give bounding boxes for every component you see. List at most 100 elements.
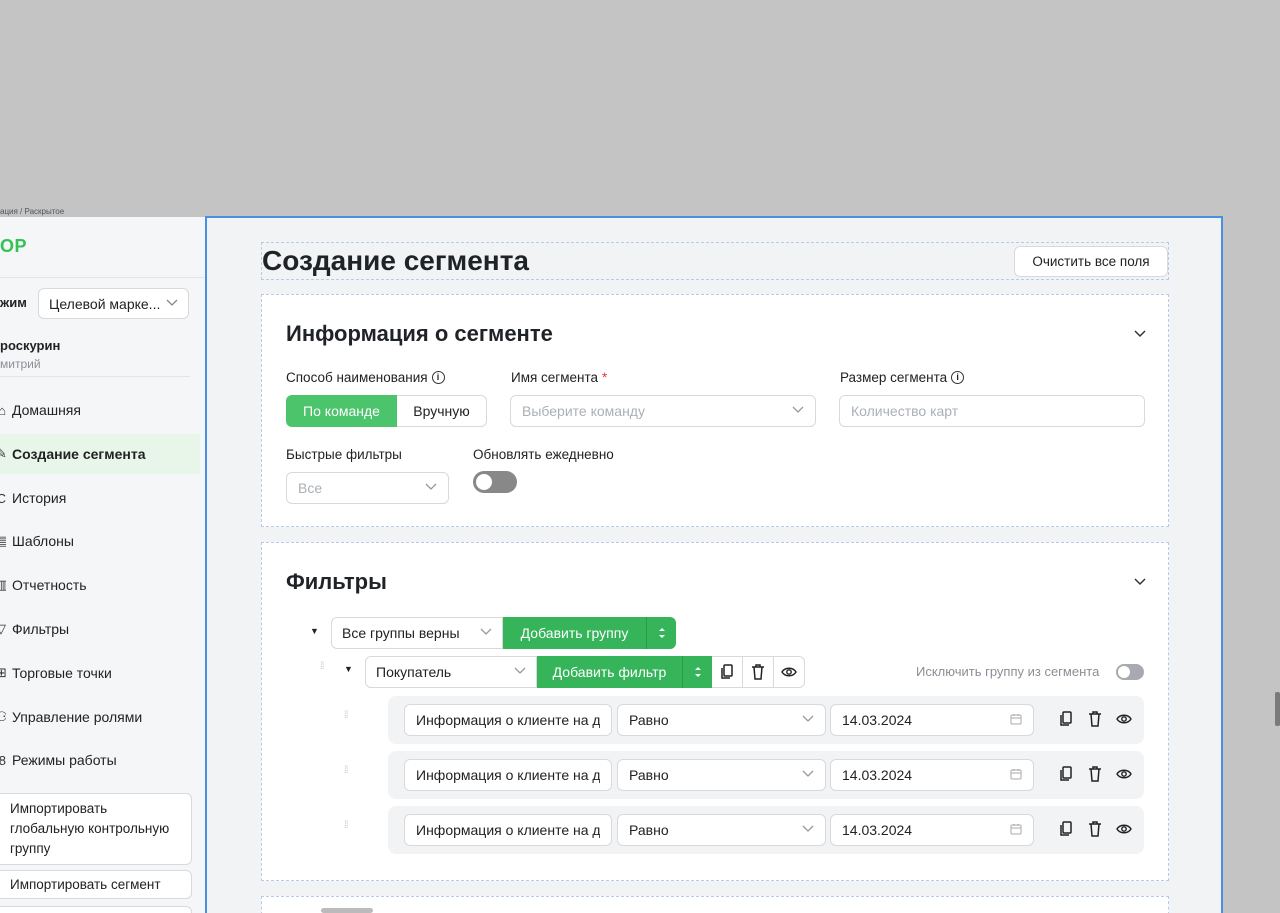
sidebar-item-label: Домашняя: [12, 402, 81, 418]
copy-icon[interactable]: [1057, 710, 1074, 728]
import-segment-button[interactable]: Импортировать сегмент: [0, 870, 192, 899]
reports-icon: ▥: [0, 577, 6, 593]
filter-field-value: Информация о клиенте на да: [416, 767, 600, 783]
naming-method-toggle: По команде Вручную: [286, 395, 487, 427]
drag-handle-icon[interactable]: ⁞⁞: [344, 766, 352, 776]
filter-date-input[interactable]: 14.03.2024: [830, 759, 1034, 791]
naming-method-label: Способ наименования i: [286, 370, 445, 385]
daily-update-text: Обновлять ежедневно: [473, 447, 614, 462]
sidebar-item-4[interactable]: ▥ Отчетность: [0, 565, 200, 605]
entity-select[interactable]: Покупатель: [365, 656, 537, 688]
sidebar-item-5[interactable]: ▽ Фильтры: [0, 609, 200, 649]
sidebar-item-6[interactable]: ⊞ Торговые точки: [0, 653, 200, 693]
trash-icon[interactable]: [1086, 820, 1103, 838]
eye-icon[interactable]: [1115, 820, 1132, 838]
filter-row-actions: [1057, 710, 1132, 728]
page-scrollbar[interactable]: [1275, 692, 1280, 726]
calendar-icon[interactable]: [1010, 767, 1022, 783]
exclude-group-toggle[interactable]: [1116, 664, 1144, 680]
horizontal-scrollbar[interactable]: [321, 908, 373, 913]
filter-row: Информация о клиенте на да Равно 14.03.202…: [388, 806, 1144, 854]
filter-operator-select[interactable]: Равно: [617, 814, 826, 846]
quick-filters-text: Быстрые фильтры: [286, 447, 402, 462]
filter-field-input[interactable]: Информация о клиенте на да: [404, 759, 612, 791]
copy-icon[interactable]: [1057, 820, 1074, 838]
sort-arrows-icon: [694, 667, 701, 677]
filter-date-input[interactable]: 14.03.2024: [830, 814, 1034, 846]
subgroup-combo: Покупатель Добавить фильтр: [365, 656, 805, 688]
filter-operator-select[interactable]: Равно: [617, 704, 826, 736]
mode-select-value: Целевой марке...: [49, 295, 161, 312]
clear-all-button[interactable]: Очистить все поля: [1014, 246, 1168, 277]
required-marker: *: [602, 370, 608, 385]
add-filter-menu-button[interactable]: [682, 656, 712, 688]
page-title: Создание сегмента: [262, 245, 529, 276]
drag-handle-icon[interactable]: ⁞⁞: [320, 662, 328, 672]
add-group-menu-button[interactable]: [646, 617, 676, 649]
filter-operator-select[interactable]: Равно: [617, 759, 826, 791]
copy-group-button[interactable]: [712, 656, 743, 688]
drag-handle-icon[interactable]: ⁞⁞: [344, 711, 352, 721]
drag-handle-icon[interactable]: ⁞⁞: [344, 821, 352, 831]
roles-icon: ⚇: [0, 709, 6, 724]
add-filter-button[interactable]: Добавить фильтр: [537, 656, 682, 688]
eye-icon[interactable]: [1115, 765, 1132, 783]
sidebar-divider: [0, 277, 205, 278]
segment-size-input[interactable]: Количество карт: [839, 395, 1145, 427]
calendar-icon[interactable]: [1010, 712, 1022, 728]
info-icon[interactable]: i: [431, 371, 445, 384]
filter-operator-value: Равно: [629, 822, 669, 838]
sidebar-item-2[interactable]: C История: [0, 478, 200, 518]
calendar-icon[interactable]: [1010, 822, 1022, 838]
chevron-down-icon: [480, 627, 492, 639]
filter-date-input[interactable]: 14.03.2024: [830, 704, 1034, 736]
mode-select[interactable]: Целевой марке...: [38, 288, 189, 319]
trash-icon[interactable]: [1086, 710, 1103, 728]
sidebar-item-7[interactable]: ⚇ Управление ролями: [0, 697, 200, 737]
store-icon: ⊞: [0, 665, 6, 680]
collapse-chevron-icon[interactable]: [1134, 573, 1146, 589]
naming-manual-button[interactable]: Вручную: [397, 395, 487, 427]
segment-name-select[interactable]: Выберите команду: [510, 395, 816, 427]
entity-select-value: Покупатель: [376, 664, 452, 680]
view-group-button[interactable]: [774, 656, 805, 688]
sidebar-item-label: Режимы работы: [12, 752, 117, 768]
eye-icon[interactable]: [1115, 710, 1132, 728]
sidebar-item-1[interactable]: ✎ Создание сегмента: [0, 434, 200, 474]
create-icon: ✎: [0, 446, 6, 461]
sort-arrows-icon: [658, 628, 665, 638]
sidebar-divider: [0, 376, 190, 377]
naming-by-team-button[interactable]: По команде: [286, 395, 397, 427]
filter-field-input[interactable]: Информация о клиенте на да: [404, 704, 612, 736]
filter-field-value: Информация о клиенте на да: [416, 822, 600, 838]
copy-icon: [721, 664, 733, 679]
logo[interactable]: OP: [0, 236, 27, 257]
add-group-button[interactable]: Добавить группу: [503, 617, 646, 649]
copy-icon[interactable]: [1057, 765, 1074, 783]
info-icon[interactable]: i: [951, 371, 965, 384]
segment-size-label: Размер сегмента i: [840, 370, 965, 385]
sidebar-item-label: Торговые точки: [12, 665, 112, 681]
quick-filters-value: Все: [298, 480, 323, 496]
quick-filters-select[interactable]: Все: [286, 472, 449, 504]
chevron-down-icon: [802, 769, 814, 781]
filter-row-actions: [1057, 765, 1132, 783]
sidebar-item-0[interactable]: ⌂ Домашняя: [0, 390, 200, 430]
daily-update-toggle[interactable]: [473, 471, 517, 493]
delete-group-button[interactable]: [743, 656, 774, 688]
collapse-chevron-icon[interactable]: [1134, 325, 1146, 341]
sidebar-extra-button[interactable]: [0, 906, 192, 913]
sidebar-item-8[interactable]: 8 Режимы работы: [0, 740, 200, 780]
sidebar-item-label: Отчетность: [12, 577, 87, 593]
chevron-down-icon: [166, 298, 178, 310]
group-expand-icon[interactable]: ▼: [310, 626, 319, 636]
subgroup-expand-icon[interactable]: ▼: [344, 664, 353, 674]
chevron-down-icon: [792, 405, 804, 417]
import-global-button[interactable]: Импортировать глобальную контрольную гру…: [0, 793, 192, 865]
segment-name-text: Имя сегмента: [511, 370, 599, 385]
eye-icon: [781, 667, 797, 677]
groups-select[interactable]: Все группы верны: [331, 617, 503, 649]
filter-field-input[interactable]: Информация о клиенте на да: [404, 814, 612, 846]
trash-icon[interactable]: [1086, 765, 1103, 783]
sidebar-item-3[interactable]: ▤ Шаблоны: [0, 521, 200, 561]
